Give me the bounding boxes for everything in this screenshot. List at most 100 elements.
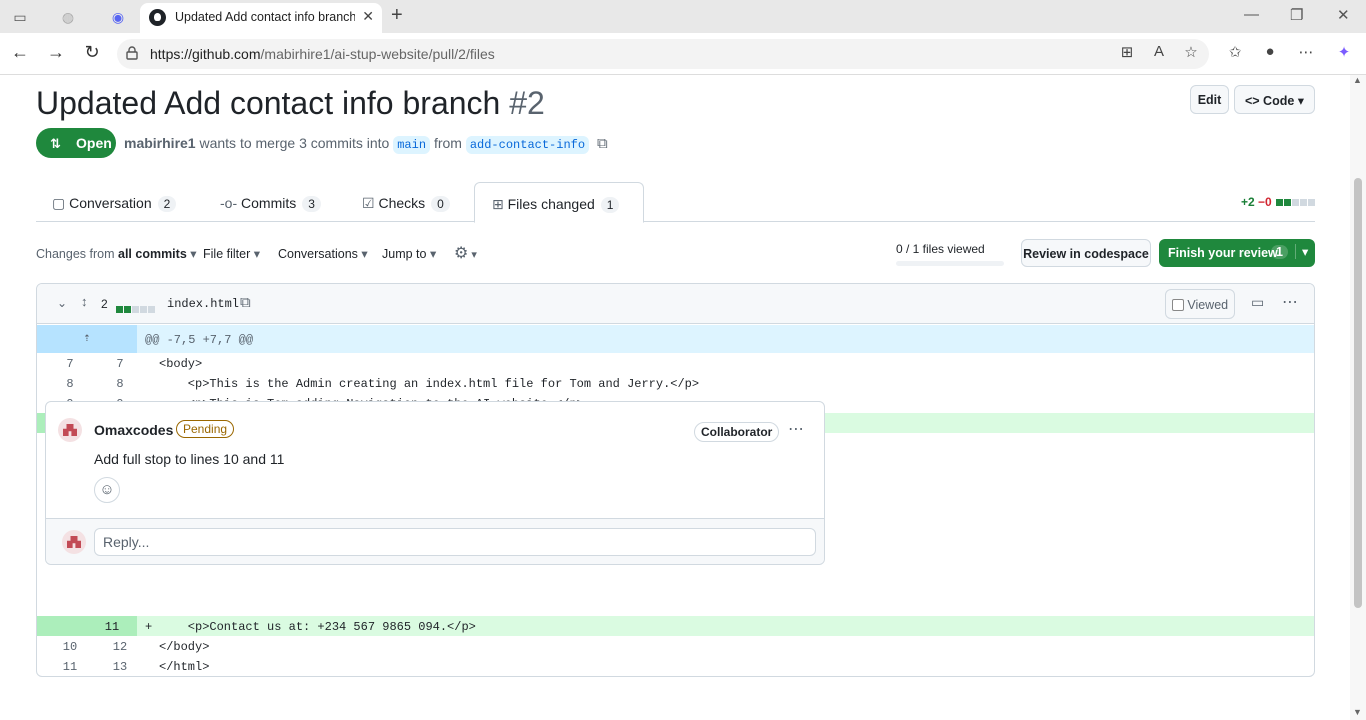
restore-icon[interactable]: ❐ xyxy=(1290,6,1303,24)
scrollbar-thumb[interactable] xyxy=(1354,178,1362,608)
edit-button[interactable]: Edit xyxy=(1190,85,1229,114)
code-button[interactable]: <> Code ▾ xyxy=(1234,85,1315,114)
new-line-number[interactable]: 7 xyxy=(95,357,145,371)
scroll-down-icon[interactable]: ▼ xyxy=(1353,707,1362,717)
expand-all-icon[interactable]: ↕ xyxy=(81,294,88,309)
file-diffstat xyxy=(115,300,155,316)
old-line-number[interactable]: 7 xyxy=(45,357,95,371)
scroll-up-icon[interactable]: ▲ xyxy=(1353,75,1362,85)
comment-on-file-icon[interactable]: ▭ xyxy=(1251,294,1264,311)
new-line-number[interactable]: 12 xyxy=(95,640,145,654)
github-icon xyxy=(149,9,166,26)
close-window-icon[interactable]: ✕ xyxy=(1337,6,1350,24)
new-line-number[interactable]: 8 xyxy=(95,377,145,391)
diffstat: +2 −0 xyxy=(1241,195,1315,209)
code-icon: <> xyxy=(1244,94,1260,108)
tab-commits[interactable]: -o- Commits 3 xyxy=(220,182,321,222)
comment-author[interactable]: Omaxcodes xyxy=(94,422,173,438)
checklist-icon: ☑ xyxy=(362,195,375,211)
finish-review-button[interactable]: Finish your review 1 ▾ xyxy=(1159,239,1315,267)
favorites-icon[interactable]: ✩ xyxy=(1225,43,1245,61)
head-branch[interactable]: add-contact-info xyxy=(465,136,590,154)
avatar[interactable] xyxy=(58,418,82,442)
favorite-star-icon[interactable]: ☆ xyxy=(1181,43,1201,61)
commit-icon: -o- xyxy=(220,195,238,211)
profile-icon[interactable]: ● xyxy=(1260,43,1280,60)
discord-icon[interactable]: ◉ xyxy=(108,7,128,27)
read-aloud-icon[interactable]: A xyxy=(1149,43,1169,60)
code-text: <p>This is the Admin creating an index.h… xyxy=(159,377,700,391)
comment-menu-icon[interactable]: ⋯ xyxy=(788,419,804,439)
finish-review-dropdown-icon[interactable]: ▾ xyxy=(1295,244,1308,259)
changes-from-dropdown[interactable]: Changes from all commits ▾ xyxy=(36,246,197,261)
tab-files-changed[interactable]: ⊞ Files changed 1 xyxy=(474,182,644,223)
new-tab-icon[interactable]: + xyxy=(391,4,403,27)
review-in-codespace-button[interactable]: Review in codespace xyxy=(1021,239,1151,267)
refresh-icon[interactable]: ↻ xyxy=(81,42,103,63)
diff-line[interactable]: 88 <p>This is the Admin creating an inde… xyxy=(37,373,1314,393)
tab-conversation[interactable]: ▢ Conversation 2 xyxy=(52,182,177,222)
code-text: <body> xyxy=(159,357,203,371)
pr-title: Updated Add contact info branch #2 xyxy=(36,85,545,121)
viewed-checkbox[interactable]: Viewed xyxy=(1165,289,1235,319)
pr-meta: mabirhire1 wants to merge 3 commits into… xyxy=(124,135,608,154)
review-comment-thread: Omaxcodes Pending Collaborator ⋯ Add ful… xyxy=(45,401,825,565)
copy-icon[interactable]: ⧉ xyxy=(597,135,608,152)
file-name[interactable]: index.html xyxy=(167,297,239,311)
pull-request-icon: ⇅ xyxy=(50,136,61,151)
expand-up-icon[interactable]: ⇡ xyxy=(37,325,137,353)
chevron-down-icon[interactable]: ⌄ xyxy=(57,296,67,310)
page-scrollbar[interactable]: ▲ ▼ xyxy=(1350,75,1366,720)
diff-sign: + xyxy=(145,620,153,634)
forward-icon[interactable]: → xyxy=(45,42,67,63)
more-icon[interactable]: ⋯ xyxy=(1296,43,1316,61)
app-icon[interactable]: ⊞ xyxy=(1117,43,1137,61)
code-text: </body> xyxy=(159,640,210,654)
new-line-number[interactable]: 13 xyxy=(95,660,145,674)
pr-number: #2 xyxy=(509,85,545,121)
back-icon[interactable]: ← xyxy=(9,42,31,63)
jump-to-dropdown[interactable]: Jump to ▾ xyxy=(382,246,436,261)
browser-tab-strip: ▭ ◍ ◉ Updated Add contact info branch ✕ … xyxy=(0,0,1366,33)
conversations-dropdown[interactable]: Conversations ▾ xyxy=(278,246,368,261)
new-line-number[interactable]: 11 xyxy=(87,616,137,636)
close-tab-icon[interactable]: ✕ xyxy=(362,8,374,25)
tab-title: Updated Add contact info branch xyxy=(175,10,355,24)
lock-icon xyxy=(126,46,138,60)
diff-line[interactable]: 10 12 </body> xyxy=(37,636,1314,656)
url-bar[interactable]: https://github.com/mabirhire1/ai-stup-we… xyxy=(117,39,1209,69)
sidebar-toggle-icon[interactable]: ▭ xyxy=(10,7,30,27)
comment-icon: ▢ xyxy=(52,195,66,211)
settings-gear-icon[interactable]: ⚙ ▾ xyxy=(454,243,477,263)
author-link[interactable]: mabirhire1 xyxy=(124,135,196,151)
old-line-number[interactable] xyxy=(37,616,87,636)
file-header: ⌄ ↕ 2 index.html ⧉ Viewed ▭ ⋯ xyxy=(37,284,1314,324)
file-diff-icon: ⊞ xyxy=(492,196,504,212)
old-line-number[interactable]: 8 xyxy=(45,377,95,391)
diff-line[interactable]: 11 13 </html> xyxy=(37,656,1314,676)
diff-line[interactable]: 7 7 <body> xyxy=(37,353,1314,373)
emoji-reaction-icon[interactable]: ☺ xyxy=(94,477,120,503)
globe-icon[interactable]: ◍ xyxy=(58,7,78,27)
comment-body: Add full stop to lines 10 and 11 xyxy=(94,451,285,467)
file-diff: ⌄ ↕ 2 index.html ⧉ Viewed ▭ ⋯ ⇡ @@ -7,5 … xyxy=(36,283,1315,677)
files-viewed-progress: 0 / 1 files viewed xyxy=(896,242,1004,266)
code-text: </html> xyxy=(159,660,210,674)
diff-line[interactable]: 11 + <p>Contact us at: +234 567 9865 094.… xyxy=(37,616,1314,636)
reply-input[interactable]: Reply... xyxy=(94,528,816,556)
address-toolbar: ← → ↻ https://github.com/mabirhire1/ai-s… xyxy=(0,33,1366,75)
minimize-icon[interactable]: — xyxy=(1244,6,1259,23)
copy-path-icon[interactable]: ⧉ xyxy=(240,294,251,311)
browser-tab-active[interactable]: Updated Add contact info branch ✕ xyxy=(140,3,382,33)
old-line-number[interactable]: 10 xyxy=(45,640,95,654)
file-menu-icon[interactable]: ⋯ xyxy=(1282,292,1298,312)
base-branch[interactable]: main xyxy=(393,136,431,154)
copilot-icon[interactable]: ✦ xyxy=(1334,43,1354,61)
role-badge: Collaborator xyxy=(694,422,780,442)
pr-tabs: ▢ Conversation 2 -o- Commits 3 ☑ Checks 0 ⊞… xyxy=(36,182,1315,223)
file-filter-dropdown[interactable]: File filter ▾ xyxy=(203,246,260,261)
tab-checks[interactable]: ☑ Checks 0 xyxy=(362,182,450,222)
page-content: Updated Add contact info branch #2 Edit … xyxy=(0,75,1350,720)
hunk-header: ⇡ @@ -7,5 +7,7 @@ xyxy=(37,325,1314,353)
old-line-number[interactable]: 11 xyxy=(45,660,95,674)
